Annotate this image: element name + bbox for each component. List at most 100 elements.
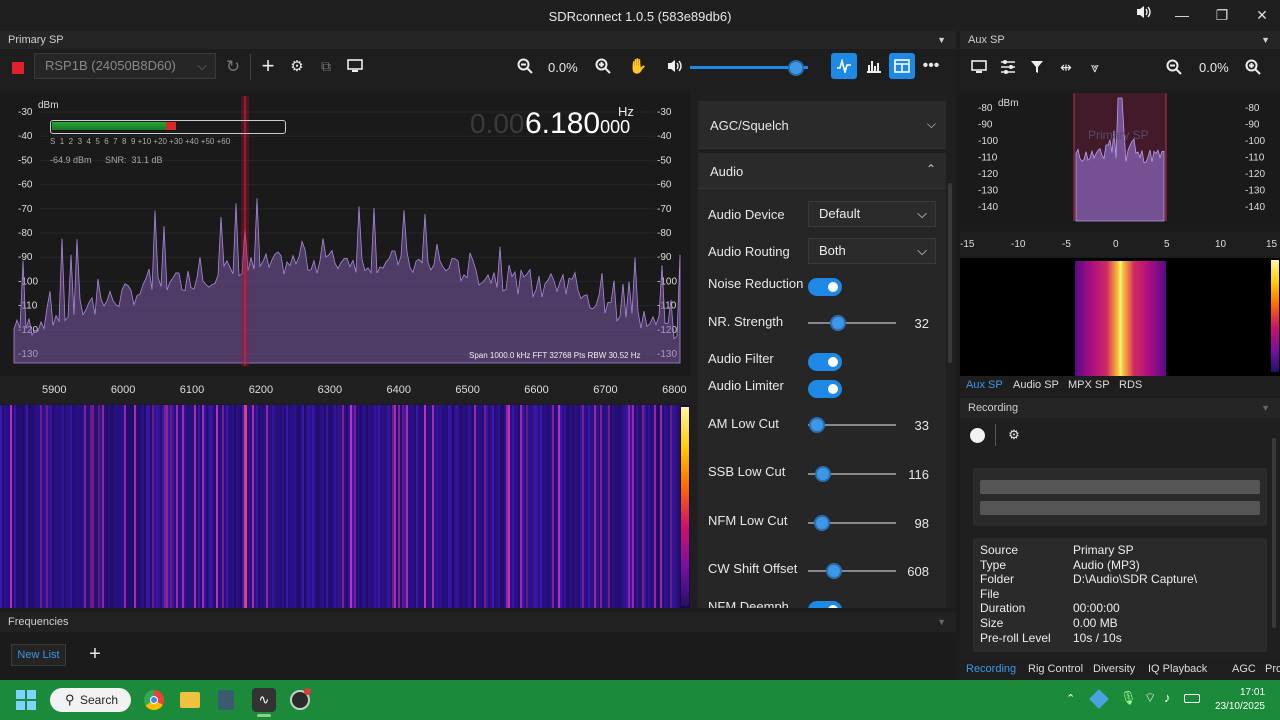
- recording-tab[interactable]: IQ Playback: [1148, 663, 1207, 675]
- windows-start-icon[interactable]: [16, 690, 36, 710]
- minimize-button[interactable]: —: [1168, 4, 1196, 28]
- waterfall-column: [198, 405, 200, 608]
- panel-collapse-icon[interactable]: ▼: [937, 612, 946, 632]
- volume-tray-icon[interactable]: ♪: [1164, 690, 1171, 705]
- volume-icon[interactable]: [664, 55, 686, 77]
- waterfall-column: [438, 405, 440, 608]
- audio-limiter-toggle[interactable]: [808, 380, 842, 398]
- record-button[interactable]: [970, 428, 985, 443]
- aux-spectrum-display[interactable]: -80 -80 -90 -90 -100 -100 -110 -110 -120 -120 -130…: [960, 93, 1280, 231]
- file-explorer-icon[interactable]: [180, 692, 200, 708]
- waterfall-column: [254, 405, 256, 608]
- taskbar-search[interactable]: ⚲ Search: [50, 688, 131, 712]
- tab-aux-sp[interactable]: Aux SP: [966, 379, 1003, 391]
- tray-app-icon[interactable]: [1089, 689, 1109, 709]
- stop-icon[interactable]: [12, 62, 24, 74]
- waterfall-column: [100, 405, 102, 608]
- sdrconnect-taskbar-icon[interactable]: ∿: [252, 688, 276, 712]
- recording-scrollbar[interactable]: [1272, 438, 1276, 628]
- panel-collapse-icon[interactable]: ▼: [1261, 398, 1270, 418]
- ssb-low-cut-knob[interactable]: [815, 466, 831, 482]
- waterfall-column: [18, 405, 20, 608]
- waterfall-column: [600, 405, 602, 608]
- clock-date[interactable]: 23/10/2025: [1205, 701, 1265, 712]
- cw-shift-knob[interactable]: [826, 563, 842, 579]
- network-icon[interactable]: ⧉: [315, 55, 337, 77]
- waterfall-column: [494, 405, 496, 608]
- add-list-icon[interactable]: +: [86, 643, 104, 665]
- aux-waterfall[interactable]: [960, 258, 1280, 376]
- filter-icon[interactable]: [1026, 56, 1048, 78]
- frequency-display[interactable]: 6.180000: [525, 107, 630, 141]
- add-icon[interactable]: +: [257, 53, 279, 78]
- recording-settings-icon[interactable]: ⚙: [1004, 425, 1024, 445]
- chevron-down-icon: ⌵: [917, 243, 927, 258]
- zoom-out-icon[interactable]: [514, 55, 536, 77]
- marker-icon[interactable]: ⩔: [1084, 56, 1106, 78]
- cw-shift-slider[interactable]: [808, 570, 896, 572]
- calculator-icon[interactable]: [218, 690, 234, 710]
- frequencies-title: Frequencies: [8, 616, 69, 628]
- nr-strength-slider[interactable]: [808, 322, 896, 324]
- restore-button[interactable]: ❐: [1208, 4, 1236, 28]
- y-tick-label-right: -30: [657, 107, 672, 118]
- recording-tab[interactable]: Rig Control: [1028, 663, 1083, 675]
- layout-panel-icon[interactable]: [889, 53, 915, 79]
- width-arrows-icon[interactable]: ⇹: [1055, 56, 1077, 78]
- clock-time[interactable]: 17:01: [1240, 687, 1265, 698]
- zoom-in-icon[interactable]: [592, 55, 614, 77]
- speaker-icon[interactable]: [1130, 4, 1158, 28]
- recording-tab[interactable]: Diversity: [1093, 663, 1135, 675]
- audio-device-select[interactable]: Default ⌵: [808, 201, 936, 227]
- panel-collapse-icon[interactable]: ▼: [937, 31, 946, 49]
- refresh-icon[interactable]: ↻: [222, 56, 244, 78]
- record-level-bar: [980, 480, 1260, 494]
- chevron-up-icon[interactable]: ⌃: [1066, 692, 1075, 705]
- nfm-deemph-toggle[interactable]: [808, 601, 842, 608]
- device-select[interactable]: RSP1B (24050B8D60) ⌵: [34, 53, 216, 79]
- tab-mpx-sp[interactable]: MPX SP: [1068, 379, 1110, 391]
- recording-tab[interactable]: AGC: [1232, 663, 1256, 675]
- zoom-in-icon[interactable]: [1242, 56, 1264, 78]
- agc-squelch-section[interactable]: AGC/Squelch ⌵: [698, 101, 946, 149]
- audio-filter-toggle[interactable]: [808, 353, 842, 371]
- wifi-icon[interactable]: ⌔: [1144, 690, 1156, 706]
- settings-scrollbar[interactable]: [948, 183, 952, 363]
- nfm-low-cut-knob[interactable]: [814, 515, 830, 531]
- waterfall-column: [346, 405, 348, 608]
- microphone-icon[interactable]: 🎙: [1120, 690, 1137, 706]
- tab-rds[interactable]: RDS: [1119, 379, 1142, 391]
- recording-tab[interactable]: Recording: [966, 663, 1016, 675]
- more-options-icon[interactable]: •••: [919, 53, 943, 79]
- waterfall-column: [358, 405, 360, 608]
- waterfall-column: [500, 405, 502, 608]
- close-button[interactable]: ✕: [1248, 4, 1276, 28]
- waterfall-display[interactable]: [0, 405, 690, 608]
- am-low-cut-label: AM Low Cut: [708, 416, 779, 431]
- waterfall-column: [322, 405, 324, 608]
- spectrum-view-icon[interactable]: [831, 53, 857, 79]
- waterfall-column: [36, 405, 38, 608]
- am-low-cut-knob[interactable]: [809, 417, 825, 433]
- new-list-tab[interactable]: New List: [11, 644, 66, 666]
- audio-section-header[interactable]: Audio ⌃: [698, 153, 946, 189]
- zoom-out-icon[interactable]: [1163, 56, 1185, 78]
- noise-reduction-toggle[interactable]: [808, 278, 842, 296]
- nr-strength-knob[interactable]: [830, 315, 846, 331]
- recording-tab[interactable]: Profile: [1265, 663, 1280, 675]
- monitor-icon[interactable]: [344, 55, 366, 77]
- spectrum-display[interactable]: -30 -30 -40 -40 -50 -50 -60 -60 -70 -70 -80 -80 -90 -…: [0, 93, 690, 403]
- waterfall-column: [158, 405, 160, 608]
- waterfall-column: [204, 405, 206, 608]
- hand-pan-icon[interactable]: ✋: [627, 55, 649, 77]
- battery-icon[interactable]: [1184, 694, 1200, 703]
- volume-slider-knob[interactable]: [788, 60, 805, 76]
- sliders-icon[interactable]: [997, 56, 1019, 78]
- chrome-icon[interactable]: [144, 690, 164, 710]
- monitor-icon[interactable]: [968, 56, 990, 78]
- tab-audio-sp[interactable]: Audio SP: [1013, 379, 1059, 391]
- settings-gears-icon[interactable]: ⚙: [286, 55, 308, 77]
- audio-routing-select[interactable]: Both ⌵: [808, 238, 936, 264]
- bar-chart-icon[interactable]: [861, 53, 887, 79]
- panel-collapse-icon[interactable]: ▼: [1261, 31, 1270, 49]
